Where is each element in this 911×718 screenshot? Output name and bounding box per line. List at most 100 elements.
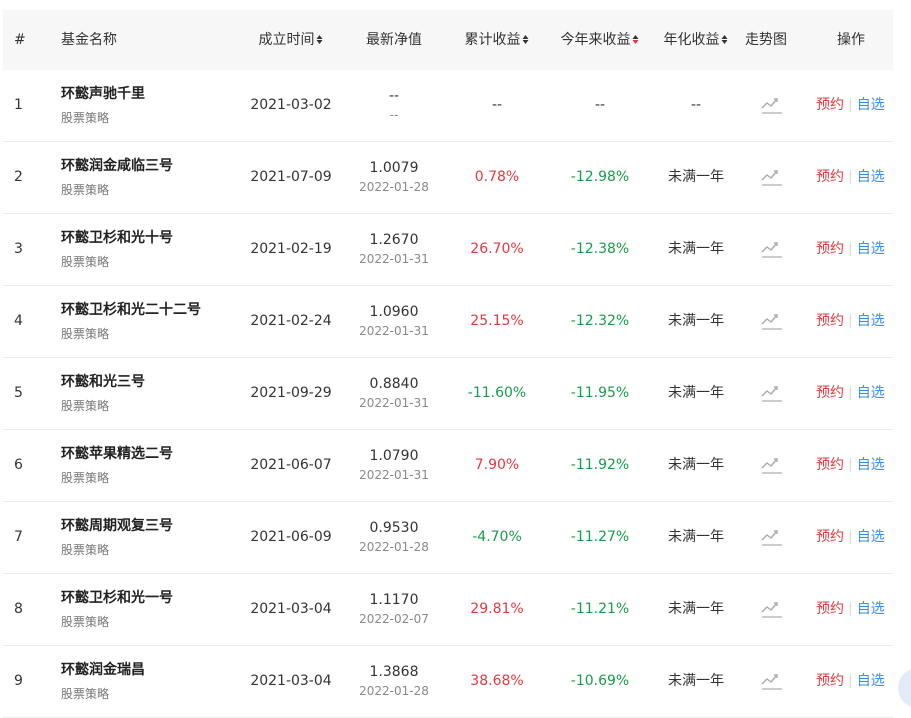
reserve-button[interactable]: 预约 (816, 601, 844, 617)
action-divider: | (848, 313, 853, 329)
fund-name-link[interactable]: 环懿卫杉和光十号 (61, 229, 173, 247)
ytd-return: -12.38% (570, 241, 630, 257)
nav-date: 2022-01-28 (359, 180, 429, 194)
table-row: 1 环懿声驰千里 股票策略 2021-03-02 -- -- -- -- -- … (3, 70, 893, 142)
fund-name-link[interactable]: 环懿卫杉和光一号 (61, 589, 173, 607)
trend-chart-icon[interactable] (761, 455, 783, 475)
actions-cell: 预约 | 自选 (816, 502, 885, 572)
sort-icon[interactable] (316, 34, 324, 44)
header-trend: 走势图 (745, 32, 787, 48)
header-cumulative-sort[interactable]: 累计收益 (465, 10, 530, 70)
action-divider: | (848, 385, 853, 401)
trend-chart-icon[interactable] (761, 671, 783, 691)
fund-name-link[interactable]: 环懿润金瑞昌 (61, 661, 145, 679)
fund-name-cell: 环懿和光三号 股票策略 (61, 358, 145, 428)
reserve-button[interactable]: 预约 (816, 529, 844, 545)
table-row: 5 环懿和光三号 股票策略 2021-09-29 0.8840 2022-01-… (3, 358, 893, 430)
reserve-button[interactable]: 预约 (816, 385, 844, 401)
header-ytd-label: 今年来收益 (560, 32, 631, 48)
nav-value: 1.0079 (369, 160, 419, 176)
row-index: 3 (14, 241, 23, 257)
sort-desc-icon[interactable] (632, 34, 640, 44)
nav-date: 2022-01-31 (359, 324, 429, 338)
trend-chart-icon[interactable] (761, 95, 783, 115)
annualized-return: 未满一年 (668, 169, 724, 185)
table-row: 2 环懿润金咸临三号 股票策略 2021-07-09 1.0079 2022-0… (3, 142, 893, 214)
nav-date: 2022-01-31 (359, 252, 429, 266)
nav-date: 2022-01-28 (359, 540, 429, 554)
nav-cell: 0.9530 2022-01-28 (359, 502, 429, 572)
watchlist-button[interactable]: 自选 (857, 673, 885, 689)
sort-icon[interactable] (721, 34, 729, 44)
annualized-return: 未满一年 (668, 601, 724, 617)
watchlist-button[interactable]: 自选 (857, 97, 885, 113)
nav-cell: 1.0960 2022-01-31 (359, 286, 429, 356)
trend-chart-icon[interactable] (761, 527, 783, 547)
row-index: 9 (14, 673, 23, 689)
fund-name-link[interactable]: 环懿和光三号 (61, 373, 145, 391)
nav-cell: 1.0790 2022-01-31 (359, 430, 429, 500)
ytd-return: -11.92% (570, 457, 630, 473)
header-established-sort[interactable]: 成立时间 (259, 10, 324, 70)
fund-name-cell: 环懿卫杉和光二十二号 股票策略 (61, 286, 201, 356)
header-annualized-sort[interactable]: 年化收益 (664, 10, 729, 70)
watchlist-button[interactable]: 自选 (857, 601, 885, 617)
annualized-return: 未满一年 (668, 529, 724, 545)
table-row: 7 环懿周期观复三号 股票策略 2021-06-09 0.9530 2022-0… (3, 502, 893, 574)
watchlist-button[interactable]: 自选 (857, 241, 885, 257)
nav-cell: 0.8840 2022-01-31 (359, 358, 429, 428)
trend-chart-icon[interactable] (761, 383, 783, 403)
header-index: # (14, 32, 26, 48)
fund-name-link[interactable]: 环懿苹果精选二号 (61, 445, 173, 463)
fund-category: 股票策略 (61, 327, 110, 341)
watchlist-button[interactable]: 自选 (857, 385, 885, 401)
ytd-return: -11.95% (570, 385, 630, 401)
reserve-button[interactable]: 预约 (816, 169, 844, 185)
trend-chart-icon[interactable] (761, 239, 783, 259)
actions-cell: 预约 | 自选 (816, 286, 885, 356)
fund-name-cell: 环懿周期观复三号 股票策略 (61, 502, 173, 572)
ytd-return: -11.27% (570, 529, 630, 545)
reserve-button[interactable]: 预约 (816, 241, 844, 257)
sort-icon[interactable] (522, 34, 530, 44)
established-date: 2021-02-24 (250, 313, 332, 329)
table-header: # 基金名称 成立时间 最新净值 累计收益 今年来收益 年化收益 走势图 操作 (3, 10, 893, 70)
reserve-button[interactable]: 预约 (816, 313, 844, 329)
trend-chart-icon[interactable] (761, 167, 783, 187)
watchlist-button[interactable]: 自选 (857, 457, 885, 473)
watchlist-button[interactable]: 自选 (857, 169, 885, 185)
cumulative-return: -- (491, 97, 503, 113)
established-date: 2021-02-19 (250, 241, 332, 257)
trend-chart-icon[interactable] (761, 311, 783, 331)
header-fund-name: 基金名称 (61, 32, 117, 48)
row-index: 6 (14, 457, 23, 473)
reserve-button[interactable]: 预约 (816, 97, 844, 113)
watchlist-button[interactable]: 自选 (857, 529, 885, 545)
fund-category: 股票策略 (61, 471, 110, 485)
floating-widget[interactable] (898, 668, 911, 708)
fund-name-link[interactable]: 环懿声驰千里 (61, 85, 145, 103)
fund-name-link[interactable]: 环懿周期观复三号 (61, 517, 173, 535)
row-index: 1 (14, 97, 23, 113)
row-index: 7 (14, 529, 23, 545)
reserve-button[interactable]: 预约 (816, 673, 844, 689)
table-row: 8 环懿卫杉和光一号 股票策略 2021-03-04 1.1170 2022-0… (3, 574, 893, 646)
established-date: 2021-07-09 (250, 169, 332, 185)
watchlist-button[interactable]: 自选 (857, 313, 885, 329)
actions-cell: 预约 | 自选 (816, 214, 885, 284)
action-divider: | (848, 97, 853, 113)
trend-chart-icon[interactable] (761, 599, 783, 619)
nav-cell: 1.3868 2022-01-28 (359, 646, 429, 716)
established-date: 2021-09-29 (250, 385, 332, 401)
annualized-return: -- (690, 97, 702, 113)
reserve-button[interactable]: 预约 (816, 457, 844, 473)
nav-date: 2022-01-28 (359, 684, 429, 698)
fund-name-link[interactable]: 环懿润金咸临三号 (61, 157, 173, 175)
cumulative-return: 29.81% (470, 601, 524, 617)
nav-date: -- (389, 108, 399, 122)
nav-value: 1.1170 (369, 592, 419, 608)
header-ytd-sort[interactable]: 今年来收益 (561, 10, 640, 70)
ytd-return: -12.32% (570, 313, 630, 329)
action-divider: | (848, 673, 853, 689)
fund-name-link[interactable]: 环懿卫杉和光二十二号 (61, 301, 201, 319)
